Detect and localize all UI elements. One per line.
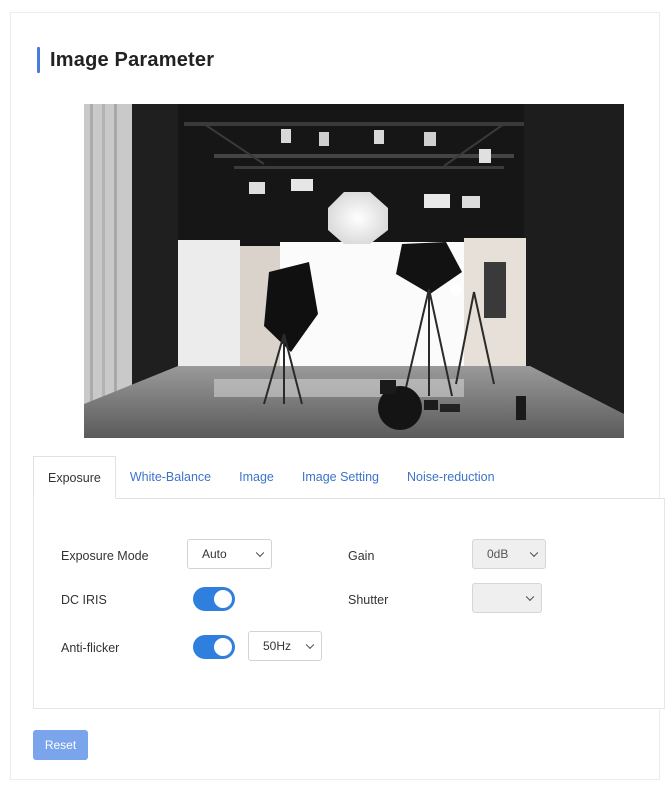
shutter-select[interactable] [472,583,542,613]
settings-tabs: Exposure White-Balance Image Image Setti… [33,456,665,499]
studio-preview-image [84,104,624,438]
anti-flicker-label: Anti-flicker [61,641,120,655]
toggle-knob [214,638,232,656]
page-title-text: Image Parameter [50,48,215,71]
tab-image-setting[interactable]: Image Setting [288,456,393,498]
tab-image[interactable]: Image [225,456,288,498]
title-accent-bar [37,47,40,73]
exposure-mode-value: Auto [202,547,227,561]
anti-flicker-frequency-value: 50Hz [263,639,292,653]
exposure-mode-select[interactable]: Auto [187,539,272,569]
gain-select[interactable]: 0dB [472,539,546,569]
video-preview [84,104,624,438]
chevron-down-icon [305,640,315,650]
exposure-panel: Exposure Mode Auto Gain 0dB DC IRIS Shut… [33,499,665,709]
reset-button[interactable]: Reset [33,730,88,760]
dc-iris-label: DC IRIS [61,593,107,607]
chevron-down-icon [529,548,539,558]
gain-value: 0dB [487,547,509,561]
chevron-down-icon [255,548,265,558]
tab-exposure[interactable]: Exposure [33,456,116,499]
tab-white-balance[interactable]: White-Balance [116,456,225,498]
tab-noise-reduction[interactable]: Noise-reduction [393,456,509,498]
exposure-mode-label: Exposure Mode [61,549,149,563]
toggle-knob [214,590,232,608]
anti-flicker-frequency-select[interactable]: 50Hz [248,631,322,661]
shutter-label: Shutter [348,593,389,607]
gain-label: Gain [348,549,375,563]
page-title: Image Parameter [37,46,214,74]
dc-iris-toggle[interactable] [193,587,235,611]
anti-flicker-toggle[interactable] [193,635,235,659]
chevron-down-icon [525,592,535,602]
